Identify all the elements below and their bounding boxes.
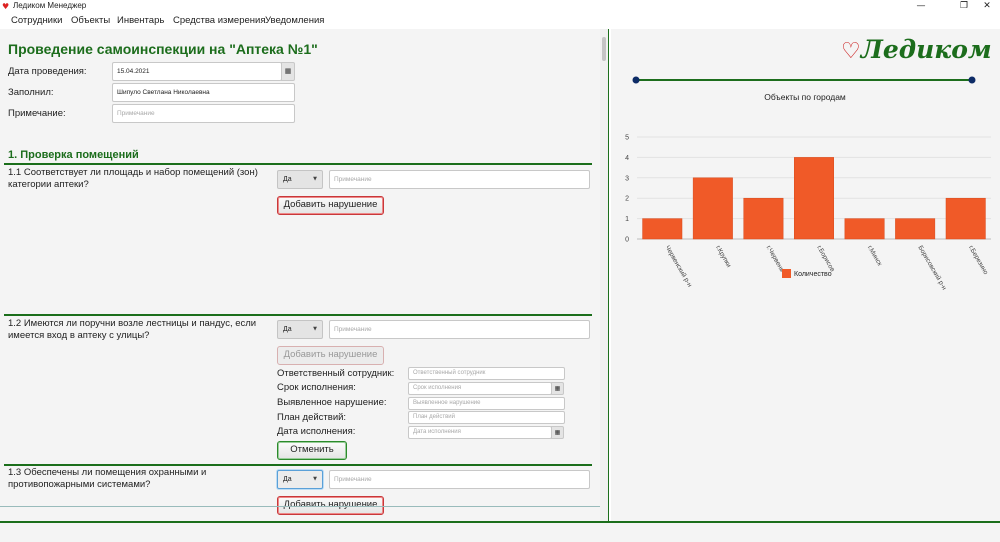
window-title: Ледиком Менеджер (13, 1, 87, 10)
section-divider (4, 163, 592, 165)
bar-2[interactable] (743, 197, 784, 240)
add-violation-button-disabled: Добавить нарушение (277, 346, 384, 365)
x-tick-label: г.Березино (967, 245, 989, 277)
menu-objects[interactable]: Объекты (71, 15, 110, 27)
chevron-down-icon: ▼ (313, 176, 317, 182)
found-violation-field[interactable]: Выявленное нарушение (408, 397, 565, 410)
bar-4[interactable] (844, 218, 885, 240)
legend-label: Количество (794, 271, 832, 278)
bar-0[interactable] (642, 218, 683, 240)
action-plan-field[interactable]: План действий (408, 411, 565, 424)
chevron-down-icon: ▼ (313, 476, 317, 482)
question-text: 1.3 Обеспечены ли помещения охранными и … (8, 467, 207, 490)
question-note-field[interactable]: Примечание (329, 170, 590, 189)
scrollbar-thumb[interactable] (602, 37, 606, 61)
pane-bottom-edge (0, 506, 600, 507)
calendar-icon[interactable]: ▦ (551, 382, 564, 395)
menu-bar: Сотрудники Объекты Инвентарь Средства из… (0, 13, 1000, 29)
slider-handle-right[interactable] (968, 76, 976, 84)
brand-logo: ♡Ледиком (841, 35, 992, 64)
y-tick-label: 5 (625, 135, 629, 142)
filled-by-field[interactable]: Шипуло Светлана Николаевна (112, 83, 295, 102)
menu-measuring-tools[interactable]: Средства измерения (173, 15, 265, 27)
section-title: 1. Проверка помещений (8, 149, 139, 161)
found-violation-label: Выявленное нарушение: (277, 397, 387, 408)
logo-text: Ледиком (860, 35, 992, 64)
deadline-field[interactable]: Срок исполнения (408, 382, 552, 395)
date-field[interactable]: 15.04.2021 (112, 62, 282, 81)
question-divider (4, 464, 592, 466)
x-tick-label: г.Борисов (815, 245, 836, 274)
ledikom-app-icon: ♥ (2, 2, 10, 11)
question-text: 1.1 Соответствует ли площадь и набор пом… (8, 167, 258, 190)
vertical-scrollbar[interactable] (600, 29, 608, 521)
dashboard-pane: ♡Ледиком Объекты по городам 0 1 2 3 4 5 Черве… (611, 29, 1000, 521)
add-violation-button[interactable]: Добавить нарушение (277, 196, 384, 215)
minimize-icon[interactable]: — (906, 0, 936, 13)
answer-select[interactable]: Да ▼ (277, 320, 323, 339)
note-field[interactable]: Примечание (112, 104, 295, 123)
filled-by-label: Заполнил: (8, 87, 54, 98)
responsible-label: Ответственный сотрудник: (277, 368, 395, 379)
answer-value: Да (283, 176, 292, 183)
note-label: Примечание: (8, 108, 66, 119)
cancel-button[interactable]: Отменить (277, 441, 347, 460)
menu-notifications[interactable]: Уведомления (265, 15, 324, 27)
y-tick-label: 2 (625, 196, 629, 203)
question-divider (4, 314, 592, 316)
completion-date-field[interactable]: Дата исполнения (408, 426, 552, 439)
close-icon[interactable]: ✕ (972, 0, 1000, 13)
heart-logo-icon: ♡ (841, 38, 861, 64)
question-text: 1.2 Имеются ли поручни возле лестницы и … (8, 318, 257, 341)
status-bar (0, 523, 1000, 542)
answer-select[interactable]: Да ▼ (277, 470, 323, 489)
question-note-field[interactable]: Примечание (329, 320, 590, 339)
objects-by-city-chart: Объекты по городам 0 1 2 3 4 5 Червенский р-н… (625, 92, 991, 292)
question-note-field[interactable]: Примечание (329, 470, 590, 489)
answer-select[interactable]: Да ▼ (277, 170, 323, 189)
menu-inventory[interactable]: Инвентарь (117, 15, 164, 27)
x-tick-label: Борисовский р-н (916, 244, 948, 292)
y-tick-label: 1 (625, 216, 629, 223)
answer-value: Да (283, 326, 292, 333)
chevron-down-icon: ▼ (313, 326, 317, 332)
date-label: Дата проведения: (8, 66, 87, 77)
menu-employees[interactable]: Сотрудники (11, 15, 62, 27)
completion-date-label: Дата исполнения: (277, 426, 356, 437)
y-tick-label: 0 (625, 237, 629, 244)
calendar-icon[interactable]: ▦ (281, 62, 295, 81)
page-title: Проведение самоинспекции на "Аптека №1" (8, 41, 318, 57)
slider-handle-left[interactable] (632, 76, 640, 84)
x-tick-label: Червенский р-н (664, 244, 694, 289)
title-bar: ♥ Ледиком Менеджер — ❐ ✕ (0, 0, 1000, 13)
bar-6[interactable] (945, 197, 986, 240)
bar-1[interactable] (692, 177, 733, 240)
x-tick-label: г.Крупки (714, 245, 732, 270)
chart-legend: Количество (782, 269, 832, 278)
responsible-field[interactable]: Ответственный сотрудник (408, 367, 565, 380)
y-tick-label: 4 (625, 155, 629, 162)
bar-3[interactable] (794, 157, 834, 240)
x-tick-label: г.Минск (866, 245, 883, 268)
y-tick-label: 3 (625, 175, 629, 182)
legend-swatch (782, 269, 791, 278)
inspection-form-pane: Проведение самоинспекции на "Аптека №1" … (0, 29, 609, 521)
deadline-label: Срок исполнения: (277, 382, 356, 393)
bar-5[interactable] (895, 218, 936, 240)
answer-value: Да (283, 476, 292, 483)
calendar-icon[interactable]: ▦ (551, 426, 564, 439)
chart-title: Объекты по городам (764, 92, 846, 102)
action-plan-label: План действий: (277, 412, 347, 423)
